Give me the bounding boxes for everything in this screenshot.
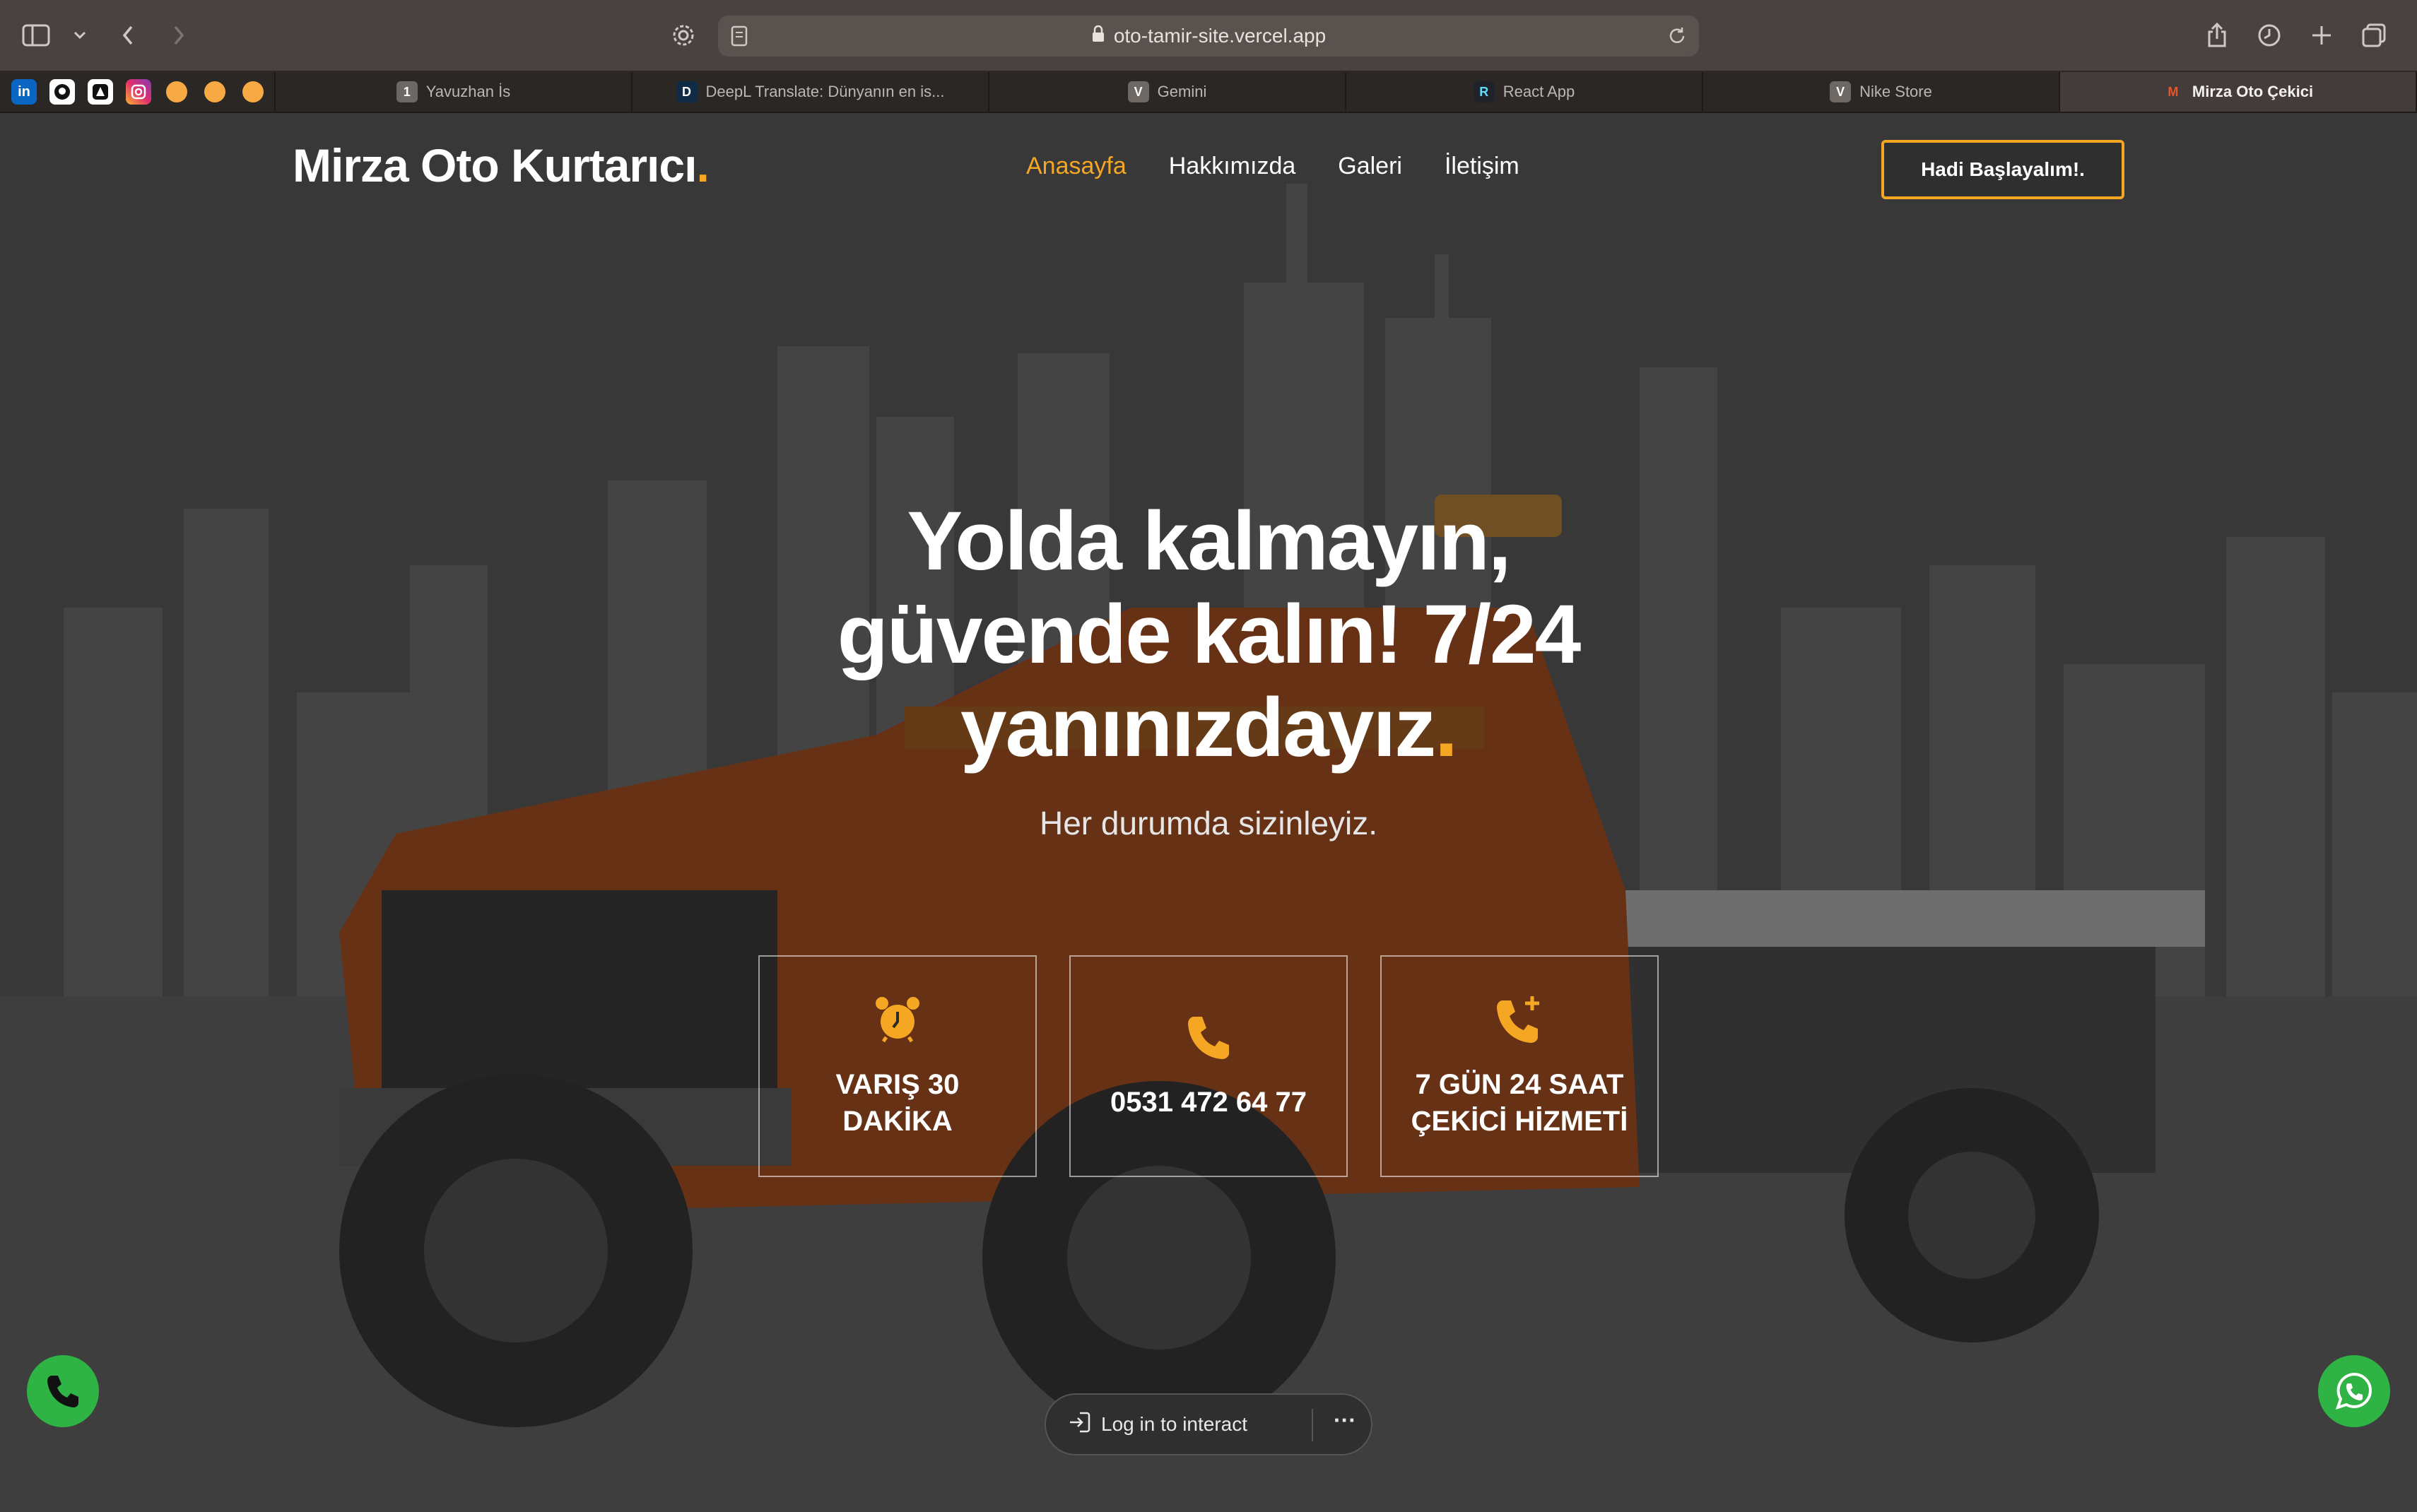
back-icon[interactable]: [106, 16, 150, 55]
url-bar[interactable]: oto-tamir-site.vercel.app: [718, 16, 1699, 57]
tab-label: DeepL Translate: Dünyanın en is...: [705, 83, 945, 100]
tab-favicon: D: [676, 81, 698, 102]
forward-icon[interactable]: [157, 16, 201, 55]
new-tab-plus-icon[interactable]: [2301, 16, 2342, 55]
card-text: 7 GÜN 24 SAAT ÇEKİCİ HİZMETİ: [1411, 1068, 1628, 1137]
settings-gear-icon[interactable]: [661, 16, 705, 55]
lock-icon: [1091, 25, 1105, 48]
alarm-clock-icon: [872, 993, 923, 1053]
call-fab-button[interactable]: [27, 1355, 99, 1427]
sidebar-toggle-icon[interactable]: [13, 16, 59, 55]
tab-label: Nike Store: [1859, 83, 1932, 100]
tab-label: React App: [1502, 83, 1575, 100]
arc-icon[interactable]: [88, 79, 113, 105]
orange-dot-icon[interactable]: [202, 79, 228, 105]
login-label: Log in to interact: [1101, 1413, 1248, 1435]
tab-overview-icon[interactable]: [2353, 16, 2394, 55]
reload-icon[interactable]: [1666, 25, 1688, 52]
web-page: Mirza Oto Kurtarıcı. Anasayfa Hakkımızda…: [0, 113, 2417, 1512]
get-started-button[interactable]: Hadi Başlayalım!.: [1881, 140, 2124, 199]
card-text: VARIŞ 30 DAKİKA: [835, 1068, 960, 1137]
more-options-icon[interactable]: ···: [1327, 1407, 1363, 1434]
main-nav: Anasayfa Hakkımızda Galeri İletişim: [1026, 153, 1519, 180]
tab-favicon: R: [1473, 81, 1495, 102]
feature-card-arrival: VARIŞ 30 DAKİKA: [758, 955, 1037, 1177]
share-icon[interactable]: [2197, 16, 2237, 55]
nav-galeri[interactable]: Galeri: [1338, 153, 1402, 180]
whatsapp-fab-button[interactable]: [2318, 1355, 2390, 1427]
github-icon[interactable]: [49, 79, 75, 105]
nav-anasayfa[interactable]: Anasayfa: [1026, 153, 1127, 180]
page-icon: [731, 25, 748, 52]
tab-yavuzhan[interactable]: 1 Yavuzhan İs: [276, 72, 633, 112]
url-text: oto-tamir-site.vercel.app: [1113, 25, 1327, 47]
tab-favicon: V: [1830, 81, 1852, 102]
tab-label: Gemini: [1157, 83, 1207, 100]
orange-dot-icon[interactable]: [240, 79, 266, 105]
feature-cards: VARIŞ 30 DAKİKA 0531 472 64 77 7 GÜN 24 …: [758, 955, 1659, 1177]
tab-react-app[interactable]: R React App: [1346, 72, 1703, 112]
login-to-interact-pill[interactable]: Log in to interact ···: [1045, 1393, 1372, 1455]
history-clock-icon[interactable]: [2249, 16, 2290, 55]
nav-hakkimizda[interactable]: Hakkımızda: [1169, 153, 1296, 180]
tab-label: Yavuzhan İs: [425, 83, 511, 100]
instagram-icon[interactable]: [126, 79, 151, 105]
card-text: 0531 472 64 77: [1110, 1086, 1307, 1118]
tab-gemini[interactable]: V Gemini: [989, 72, 1346, 112]
pinned-tabs: in: [0, 72, 276, 112]
phone-plus-icon: [1494, 993, 1545, 1053]
tab-nike-store[interactable]: V Nike Store: [1703, 72, 2060, 112]
chevron-down-icon[interactable]: [66, 16, 93, 55]
browser-window: oto-tamir-site.vercel.app in 1 Yavuzhan …: [0, 0, 2417, 1512]
tab-bar: in 1 Yavuzhan İs D DeepL Translate: Düny…: [0, 72, 2417, 113]
tab-favicon: V: [1127, 81, 1149, 102]
hero-title: Yolda kalmayın, güvende kalın! 7/24 yanı…: [837, 495, 1582, 774]
feature-card-service: 7 GÜN 24 SAAT ÇEKİCİ HİZMETİ: [1380, 955, 1659, 1177]
site-header: Mirza Oto Kurtarıcı. Anasayfa Hakkımızda…: [0, 113, 2417, 226]
tab-favicon: 1: [396, 81, 418, 102]
tab-label: Mirza Oto Çekici: [2192, 83, 2314, 100]
browser-toolbar: oto-tamir-site.vercel.app: [0, 0, 2417, 72]
whatsapp-icon: [2335, 1372, 2372, 1410]
phone-icon: [1184, 1012, 1233, 1071]
tab-mirza-oto[interactable]: M Mirza Oto Çekici: [2060, 72, 2417, 112]
login-icon: [1067, 1410, 1091, 1439]
tab-deepl[interactable]: D DeepL Translate: Dünyanın en is...: [633, 72, 989, 112]
divider: [1312, 1409, 1313, 1441]
nav-iletisim[interactable]: İletişim: [1445, 153, 1519, 180]
hero-subtitle: Her durumda sizinleyiz.: [1039, 805, 1378, 841]
feature-card-phone[interactable]: 0531 472 64 77: [1069, 955, 1348, 1177]
site-logo[interactable]: Mirza Oto Kurtarıcı.: [293, 138, 710, 192]
phone-icon: [47, 1376, 78, 1407]
tab-favicon: M: [2168, 84, 2179, 99]
linkedin-icon[interactable]: in: [11, 79, 37, 105]
orange-dot-icon[interactable]: [164, 79, 189, 105]
